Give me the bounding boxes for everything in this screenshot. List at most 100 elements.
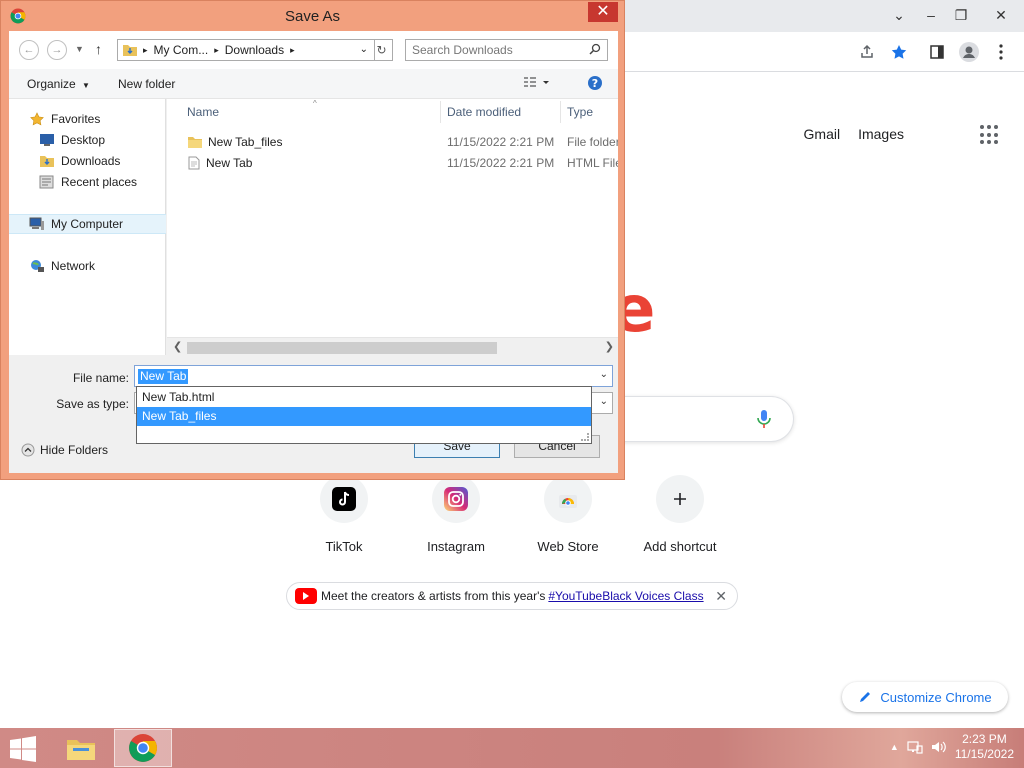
close-icon[interactable]: ✕ xyxy=(715,588,727,605)
recent-locations-chevron-icon[interactable]: ▼ xyxy=(75,44,84,54)
hide-folders-button[interactable]: Hide Folders xyxy=(21,443,108,457)
chevron-down-icon[interactable]: ⌄ xyxy=(600,396,608,407)
network-icon[interactable] xyxy=(907,740,923,754)
column-name[interactable]: Name xyxy=(187,105,219,119)
minimize-button[interactable]: – xyxy=(916,4,946,26)
shortcut-label: Instagram xyxy=(427,539,485,554)
refresh-icon[interactable]: ↻ xyxy=(371,39,393,61)
resize-grip-icon[interactable] xyxy=(581,433,589,441)
navigation-bar: ← → ▼ ↑ ▸ My Com... ▸ Downloads ▸ ⌄ ↻ Se… xyxy=(9,31,618,69)
nav-downloads[interactable]: Downloads xyxy=(39,151,120,171)
bookmark-star-icon[interactable] xyxy=(888,41,910,63)
side-panel-icon[interactable] xyxy=(926,41,948,63)
show-hidden-icons-icon[interactable]: ▲ xyxy=(890,742,899,752)
command-bar: Organize ▼ New folder ? xyxy=(9,69,618,99)
shortcut-label: Web Store xyxy=(537,539,599,554)
organize-label: Organize xyxy=(27,77,76,91)
column-divider[interactable] xyxy=(440,101,441,123)
nav-label: Network xyxy=(51,259,96,273)
promo-link[interactable]: #YouTubeBlack Voices Class xyxy=(548,589,703,603)
taskbar-file-explorer[interactable] xyxy=(52,729,110,767)
chevron-right-icon: ▸ xyxy=(214,44,219,55)
scrollbar-thumb[interactable] xyxy=(187,342,497,354)
promo-text: Meet the creators & artists from this ye… xyxy=(321,589,546,603)
dialog-titlebar[interactable]: Save As ✕ xyxy=(1,1,624,31)
breadcrumb-my-computer[interactable]: My Com... xyxy=(154,43,209,57)
dialog-close-button[interactable]: ✕ xyxy=(588,2,618,22)
taskbar: ▲ 2:23 PM 11/15/2022 xyxy=(0,728,1024,768)
nav-label: Recent places xyxy=(61,175,138,189)
file-type: File folder xyxy=(567,135,618,149)
shortcut-label: Add shortcut xyxy=(643,539,717,554)
table-row[interactable]: New Tab 11/15/2022 2:21 PM HTML File xyxy=(167,153,618,173)
autocomplete-item[interactable]: New Tab.html xyxy=(137,388,591,407)
gmail-link[interactable]: Gmail xyxy=(804,126,841,142)
up-arrow-icon[interactable]: ↑ xyxy=(95,41,102,57)
share-icon[interactable] xyxy=(856,41,878,63)
windows-start-button[interactable] xyxy=(8,736,40,762)
scroll-right-icon[interactable]: ❯ xyxy=(605,340,614,353)
view-options-icon[interactable] xyxy=(523,76,551,93)
nav-recent-places[interactable]: Recent places xyxy=(39,172,137,192)
nav-my-computer[interactable]: My Computer xyxy=(9,214,166,234)
nav-favorites[interactable]: Favorites xyxy=(29,109,100,129)
search-icon xyxy=(589,43,601,55)
scroll-left-icon[interactable]: ❮ xyxy=(173,340,182,353)
new-folder-button[interactable]: New folder xyxy=(118,77,175,91)
shortcut-tiktok[interactable]: TikTok xyxy=(288,475,400,554)
promo-banner: Meet the creators & artists from this ye… xyxy=(286,582,738,610)
tab-search-chevron-icon[interactable]: ⌄ xyxy=(884,4,914,26)
desktop-icon xyxy=(39,133,55,147)
recent-places-icon xyxy=(39,175,55,189)
chevron-down-icon[interactable]: ⌄ xyxy=(600,369,608,380)
nav-desktop[interactable]: Desktop xyxy=(39,130,105,150)
file-name: New Tab_files xyxy=(208,135,283,149)
chrome-menu-icon[interactable] xyxy=(990,41,1012,63)
ntp-top-links: Gmail Images xyxy=(804,126,904,142)
taskbar-clock[interactable]: 2:23 PM 11/15/2022 xyxy=(955,732,1014,762)
shortcut-instagram[interactable]: Instagram xyxy=(400,475,512,554)
nav-label: Desktop xyxy=(61,133,106,147)
forward-arrow-icon[interactable]: → xyxy=(47,40,67,60)
voice-search-icon[interactable] xyxy=(754,408,774,430)
search-input[interactable]: Search Downloads xyxy=(405,39,608,61)
table-row[interactable]: New Tab_files 11/15/2022 2:21 PM File fo… xyxy=(167,132,618,152)
address-bar[interactable]: ▸ My Com... ▸ Downloads ▸ ⌄ xyxy=(117,39,375,61)
close-window-button[interactable]: ✕ xyxy=(986,4,1016,26)
clock-date: 11/15/2022 xyxy=(954,747,1014,761)
downloads-folder-icon xyxy=(39,154,55,168)
breadcrumb-downloads[interactable]: Downloads xyxy=(225,43,284,57)
computer-icon xyxy=(29,217,45,231)
organize-button[interactable]: Organize ▼ xyxy=(27,77,90,91)
html-file-icon xyxy=(188,156,200,170)
horizontal-scrollbar[interactable]: ❮ ❯ xyxy=(167,337,618,355)
file-date: 11/15/2022 2:21 PM xyxy=(447,135,555,149)
customize-chrome-button[interactable]: Customize Chrome xyxy=(842,682,1008,712)
profile-avatar-icon[interactable] xyxy=(958,41,980,63)
volume-icon[interactable] xyxy=(931,740,947,754)
help-icon[interactable]: ? xyxy=(587,75,603,94)
restore-button[interactable]: ❐ xyxy=(946,4,976,26)
column-divider[interactable] xyxy=(560,101,561,123)
system-tray: ▲ 2:23 PM 11/15/2022 xyxy=(890,732,1014,762)
file-name-input[interactable]: New Tab ⌄ xyxy=(134,365,613,387)
instagram-icon xyxy=(432,475,480,523)
column-type[interactable]: Type xyxy=(567,105,593,119)
shortcut-web-store[interactable]: Web Store xyxy=(512,475,624,554)
autocomplete-item-selected[interactable]: New Tab_files xyxy=(137,407,591,426)
downloads-folder-icon xyxy=(123,45,137,56)
column-date-modified[interactable]: Date modified xyxy=(447,105,521,119)
nav-network[interactable]: Network xyxy=(29,256,95,276)
back-arrow-icon[interactable]: ← xyxy=(19,40,39,60)
chevron-down-icon: ▼ xyxy=(82,81,90,90)
address-dropdown-icon[interactable]: ⌄ xyxy=(360,44,368,55)
nav-label: My Computer xyxy=(51,217,124,231)
taskbar-chrome[interactable] xyxy=(114,729,172,767)
nav-label: Favorites xyxy=(51,112,101,126)
images-link[interactable]: Images xyxy=(858,126,904,142)
shortcut-add[interactable]: Add shortcut xyxy=(624,475,736,554)
file-list: Name ^ Date modified Type New Tab_files … xyxy=(167,99,618,355)
google-apps-icon[interactable] xyxy=(980,125,1000,145)
file-date: 11/15/2022 2:21 PM xyxy=(447,156,555,170)
tiktok-icon xyxy=(320,475,368,523)
